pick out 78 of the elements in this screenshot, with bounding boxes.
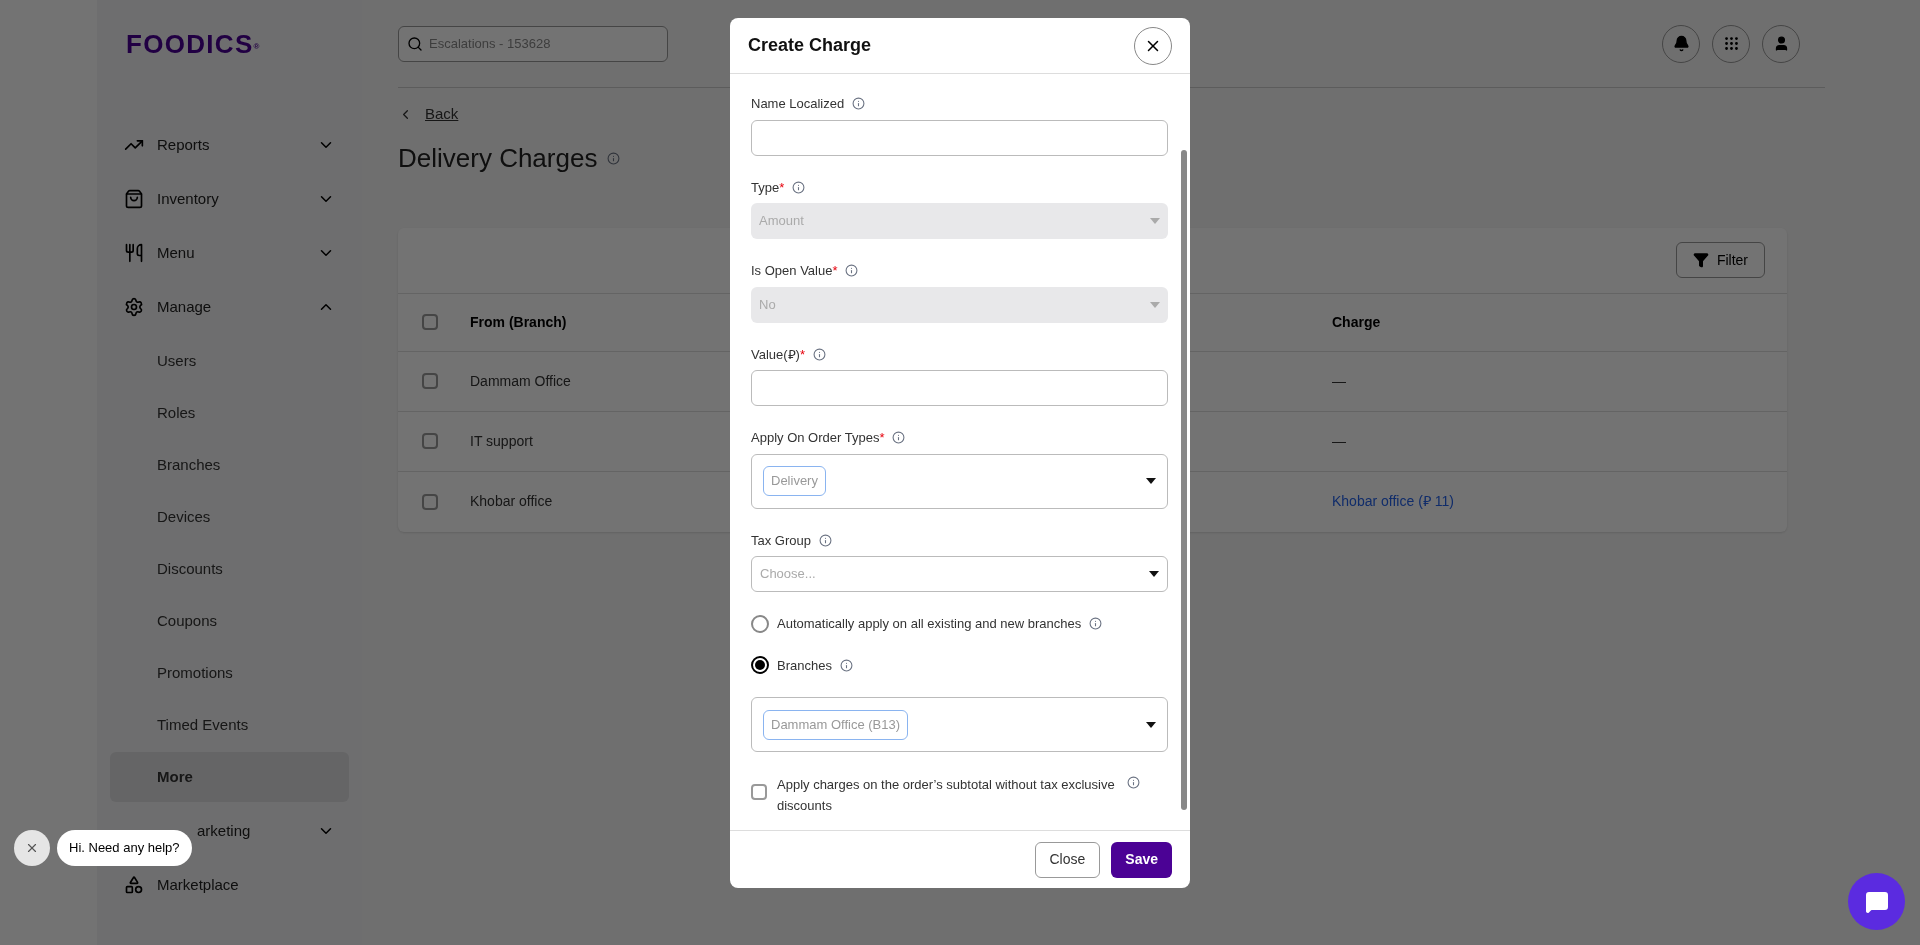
sidebar-subitem[interactable]: Branches xyxy=(110,440,349,490)
radio-label: Automatically apply on all existing and new branches xyxy=(777,615,1082,634)
sidebar-subitem[interactable]: Roles xyxy=(110,388,349,438)
close-icon xyxy=(25,841,39,855)
chat-message: Hi. Need any help? xyxy=(57,830,192,866)
field-label: Type* xyxy=(751,178,785,197)
info-icon xyxy=(1127,776,1140,790)
column-header: From (Branch) xyxy=(470,313,567,330)
checkbox-label: Apply charges on the order’s subtotal without tax exclusive discounts xyxy=(777,776,1116,816)
search-icon xyxy=(407,35,423,52)
bell-icon xyxy=(1672,35,1690,52)
info-icon xyxy=(839,658,853,672)
info-icon xyxy=(792,180,806,194)
multi-select-field[interactable]: Dammam Office (B13) xyxy=(751,697,1168,753)
caret-icon xyxy=(1146,721,1156,728)
sidebar-item[interactable]: Inventory xyxy=(110,172,349,226)
checkbox[interactable] xyxy=(422,493,438,510)
chat-icon xyxy=(1864,889,1889,914)
sidebar-item[interactable]: Reports xyxy=(110,118,349,172)
info-icon xyxy=(892,431,906,445)
column-header: Charge xyxy=(1332,312,1381,332)
text-field[interactable] xyxy=(751,370,1168,407)
checkbox[interactable] xyxy=(422,433,438,450)
radio-label: Branches xyxy=(777,656,832,675)
field-label: Is Open Value* xyxy=(751,262,838,281)
select-field[interactable]: Choose... xyxy=(751,556,1168,593)
scrollbar[interactable] xyxy=(1181,150,1187,811)
radio-button[interactable] xyxy=(751,656,769,675)
sidebar-subitem[interactable]: Devices xyxy=(110,492,349,542)
sidebar-subitem[interactable]: Timed Events xyxy=(110,700,349,750)
radio-button[interactable] xyxy=(751,614,769,633)
save-button[interactable]: Save xyxy=(1111,841,1172,878)
sidebar-subitem[interactable]: Coupons xyxy=(110,596,349,646)
sidebar-subitem[interactable]: Discounts xyxy=(110,544,349,594)
dialog-title: Create Charge xyxy=(748,34,872,58)
field-label: Apply On Order Types* xyxy=(751,429,885,448)
settings-icon xyxy=(124,297,144,317)
info-icon xyxy=(852,97,866,111)
info-icon xyxy=(845,264,859,278)
info-icon xyxy=(607,151,621,165)
filter-icon xyxy=(1692,252,1709,269)
selected-tag[interactable]: Dammam Office (B13) xyxy=(763,709,909,740)
selected-tag[interactable]: Delivery xyxy=(763,466,826,497)
filter-button[interactable]: Filter xyxy=(1675,242,1765,279)
table-cell: IT support xyxy=(470,432,533,449)
caret-icon xyxy=(1150,301,1160,308)
caret-icon xyxy=(1149,571,1159,578)
shopping-bag-icon xyxy=(124,189,144,209)
sidebar-subitem[interactable]: Users xyxy=(110,336,349,386)
checkbox[interactable] xyxy=(751,784,767,801)
field-label: Tax Group xyxy=(751,531,811,550)
grid-icon xyxy=(1722,35,1740,52)
shapes-icon xyxy=(124,875,144,895)
field-label: Name Localized xyxy=(751,95,845,114)
table-cell-text: — xyxy=(1332,431,1346,451)
table-cell: Dammam Office xyxy=(470,372,571,389)
field-label: Value(⃁)* xyxy=(751,345,805,364)
checkbox[interactable] xyxy=(422,314,438,331)
close-button[interactable]: Close xyxy=(1034,841,1101,878)
checkbox[interactable] xyxy=(422,373,438,390)
page-title: Delivery Charges xyxy=(398,141,598,175)
text-field[interactable] xyxy=(751,119,1168,156)
back-link[interactable]: Back xyxy=(398,103,459,126)
table-cell-text: — xyxy=(1332,371,1346,391)
sidebar-item[interactable]: Menu xyxy=(110,226,349,280)
logo: FOODICS$^{®}$ xyxy=(126,27,261,61)
sidebar-item[interactable]: Manage xyxy=(110,280,349,334)
info-icon xyxy=(819,533,832,547)
table-cell: Khobar office xyxy=(470,493,553,510)
utensils-icon xyxy=(124,243,144,263)
info-icon xyxy=(1089,617,1103,631)
sidebar-subitem[interactable]: Promotions xyxy=(110,648,349,698)
info-icon xyxy=(813,347,826,361)
multi-select-field[interactable]: Delivery xyxy=(751,453,1168,509)
sidebar-subitem[interactable]: More xyxy=(110,752,349,802)
caret-icon xyxy=(1150,218,1160,225)
caret-icon xyxy=(1146,478,1156,485)
charge-link[interactable]: Khobar office (⃁ 11) xyxy=(1332,491,1454,513)
